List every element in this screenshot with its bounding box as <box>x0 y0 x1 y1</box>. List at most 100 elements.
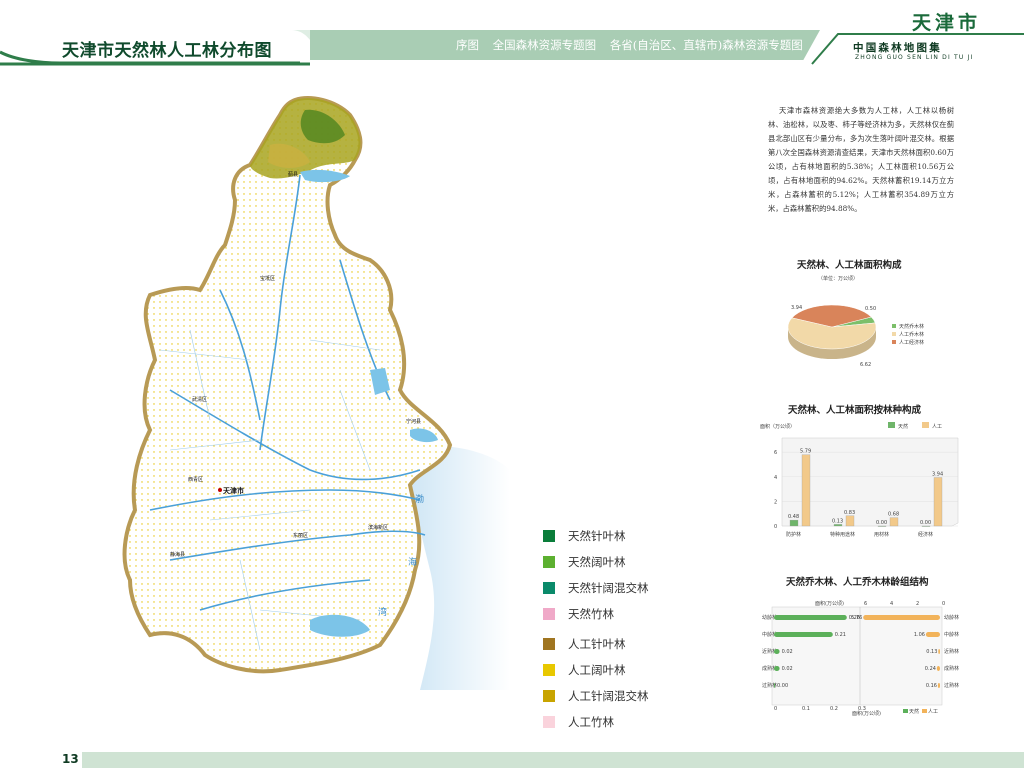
age-structure-chart: 面积(万公顷) 面积(万公顷) 天然 人工 6 4 2 00 0.1 0.2 0.3幼龄林幼… <box>762 600 959 717</box>
pie-legend-swatch <box>892 324 896 328</box>
bar-value-label: 0.83 <box>844 510 855 516</box>
bar-legend-swatch <box>922 422 929 428</box>
legend-swatch <box>543 608 555 620</box>
bar-ytick: 2 <box>774 499 777 505</box>
age-bar-artificial <box>936 666 940 671</box>
page-title: 天津市天然林人工林分布图 <box>62 41 272 61</box>
bar-ytick: 4 <box>774 475 777 481</box>
bar-category-label: 特种用途林 <box>830 531 855 538</box>
age-bar-natural <box>774 632 833 637</box>
bar-mark <box>933 477 943 527</box>
legend-label: 天然竹林 <box>568 607 614 621</box>
age-top-tick: 2 <box>916 601 919 607</box>
legend-label: 人工竹林 <box>568 715 614 729</box>
pie-legend-label: 人工经济林 <box>899 339 924 346</box>
sea-label-1: 渤 <box>415 493 424 505</box>
age-bar-label-artificial: 0.16 <box>926 683 937 689</box>
bar-category-label: 经济林 <box>918 531 933 538</box>
capital-label: 天津市 <box>223 486 244 495</box>
city-label-ninghe: 宁河县 <box>406 418 421 425</box>
age-bar-artificial <box>925 632 940 637</box>
age-bar-natural <box>774 649 780 654</box>
bar-legend-label: 天然 <box>898 423 908 430</box>
bar-legend-label: 人工 <box>932 424 942 430</box>
age-category-right: 幼龄林 <box>944 614 959 621</box>
bar-ylabel: 面积（万公顷） <box>760 423 795 430</box>
pie-chart-title: 天然林、人工林面积构成 <box>797 260 902 271</box>
bar-legend-swatch <box>888 422 895 428</box>
age-bar-label-artificial: 0.13 <box>926 649 937 655</box>
bar-mark <box>845 515 855 527</box>
bar-mark <box>801 454 811 527</box>
pie-legend-swatch <box>892 340 896 344</box>
legend-label: 人工阔叶林 <box>568 663 626 677</box>
age-axis-label-bottom: 面积(万公顷) <box>852 710 881 717</box>
age-bottom-tick: 0.1 <box>802 706 810 712</box>
breadcrumb: 序图 全国森林资源专题图 各省(自治区、直辖市)森林资源专题图 <box>456 37 813 53</box>
age-category-right: 近熟林 <box>944 648 959 655</box>
age-bar-label-artificial: 1.06 <box>914 632 925 638</box>
legend-item: 天然针阔混交林 <box>543 580 703 596</box>
age-category-right: 中龄林 <box>944 631 959 638</box>
age-bar-label-artificial: 5.76 <box>851 615 862 621</box>
age-legend-swatch <box>922 709 927 713</box>
city-label-jixian: 蓟县 <box>288 171 298 178</box>
city-label-jinghai: 静海县 <box>170 551 185 558</box>
page-header: 天津市天然林人工林分布图 序图 全国森林资源专题图 各省(自治区、直辖市)森林资… <box>0 0 1024 66</box>
age-bar-artificial <box>937 683 940 688</box>
atlas-title: 中国森林地图集 <box>853 42 942 54</box>
legend-swatch <box>543 638 555 650</box>
age-axis-label-top: 面积(万公顷) <box>815 600 844 607</box>
bar-value-label: 0.13 <box>832 518 843 524</box>
city-label-dongli: 东丽区 <box>293 532 308 539</box>
nav-item-preface[interactable]: 序图 <box>456 38 479 52</box>
description-text: 天津市森林资源绝大多数为人工林，人工林以杨树林、油松林，以及枣、柿子等经济林为多… <box>768 106 954 213</box>
bar-category-label: 防护林 <box>786 531 801 538</box>
age-category-right: 过熟林 <box>944 682 959 689</box>
age-legend-swatch <box>903 709 908 713</box>
legend-label: 人工针阔混交林 <box>568 689 649 703</box>
legend-item: 天然针叶林 <box>543 528 703 544</box>
legend-item: 人工阔叶林 <box>543 662 703 678</box>
bar-chart-title: 天然林、人工林面积按林种构成 <box>788 405 922 416</box>
page-footer <box>0 752 1024 768</box>
legend-swatch <box>543 690 555 702</box>
legend-swatch <box>543 530 555 542</box>
city-label-wuqing: 武清区 <box>192 396 207 403</box>
bar-value-label: 5.79 <box>800 449 811 455</box>
bar-value-label: 0.00 <box>876 520 887 526</box>
pie-value-label: 6.62 <box>860 362 871 368</box>
age-bar-artificial <box>863 615 940 620</box>
age-bar-natural <box>774 683 775 688</box>
bar-category-label: 用材林 <box>874 531 889 538</box>
age-legend-label: 人工 <box>928 709 938 715</box>
age-bar-label-natural: 0.21 <box>835 632 846 638</box>
sea-label-2: 海 <box>408 556 417 568</box>
legend-label: 人工针叶林 <box>568 637 626 651</box>
age-bar-label-natural: 0.02 <box>782 649 793 655</box>
pie-value-label: 3.94 <box>791 305 802 311</box>
age-legend-label: 天然 <box>909 708 919 715</box>
legend-swatch <box>543 716 555 728</box>
legend-item: 人工竹林 <box>543 714 703 730</box>
species-bar-chart: 面积（万公顷） 天然 人工 0 2 4 6 0.48 5.79 防护林 0.130.83 特种用… <box>760 422 959 538</box>
bar-value-label: 0.68 <box>888 512 899 518</box>
age-bar-natural <box>774 666 780 671</box>
age-bar-label-natural: 0.02 <box>782 666 793 672</box>
pie-unit: （单位：万公顷） <box>818 275 858 282</box>
legend-item: 天然竹林 <box>543 606 703 622</box>
legend-label: 天然阔叶林 <box>568 555 626 569</box>
pie-value-label: 0.50 <box>865 306 876 312</box>
bar-mark <box>833 524 843 527</box>
pie-legend-label: 人工乔木林 <box>899 331 924 338</box>
city-label-binhai: 滨海新区 <box>368 524 388 531</box>
legend-swatch <box>543 582 555 594</box>
page-number: 13 <box>62 752 79 766</box>
atlas-title-pinyin: ZHONG GUO SEN LIN DI TU JI <box>855 54 974 61</box>
age-bar-label-artificial: 0.24 <box>925 666 936 672</box>
age-top-tick: 0 <box>942 601 945 607</box>
legend-item: 天然阔叶林 <box>543 554 703 570</box>
nav-item-provincial[interactable]: 各省(自治区、直辖市)森林资源专题图 <box>610 38 803 52</box>
nav-item-national[interactable]: 全国森林资源专题图 <box>493 38 597 52</box>
tianjin-outline <box>122 96 453 674</box>
